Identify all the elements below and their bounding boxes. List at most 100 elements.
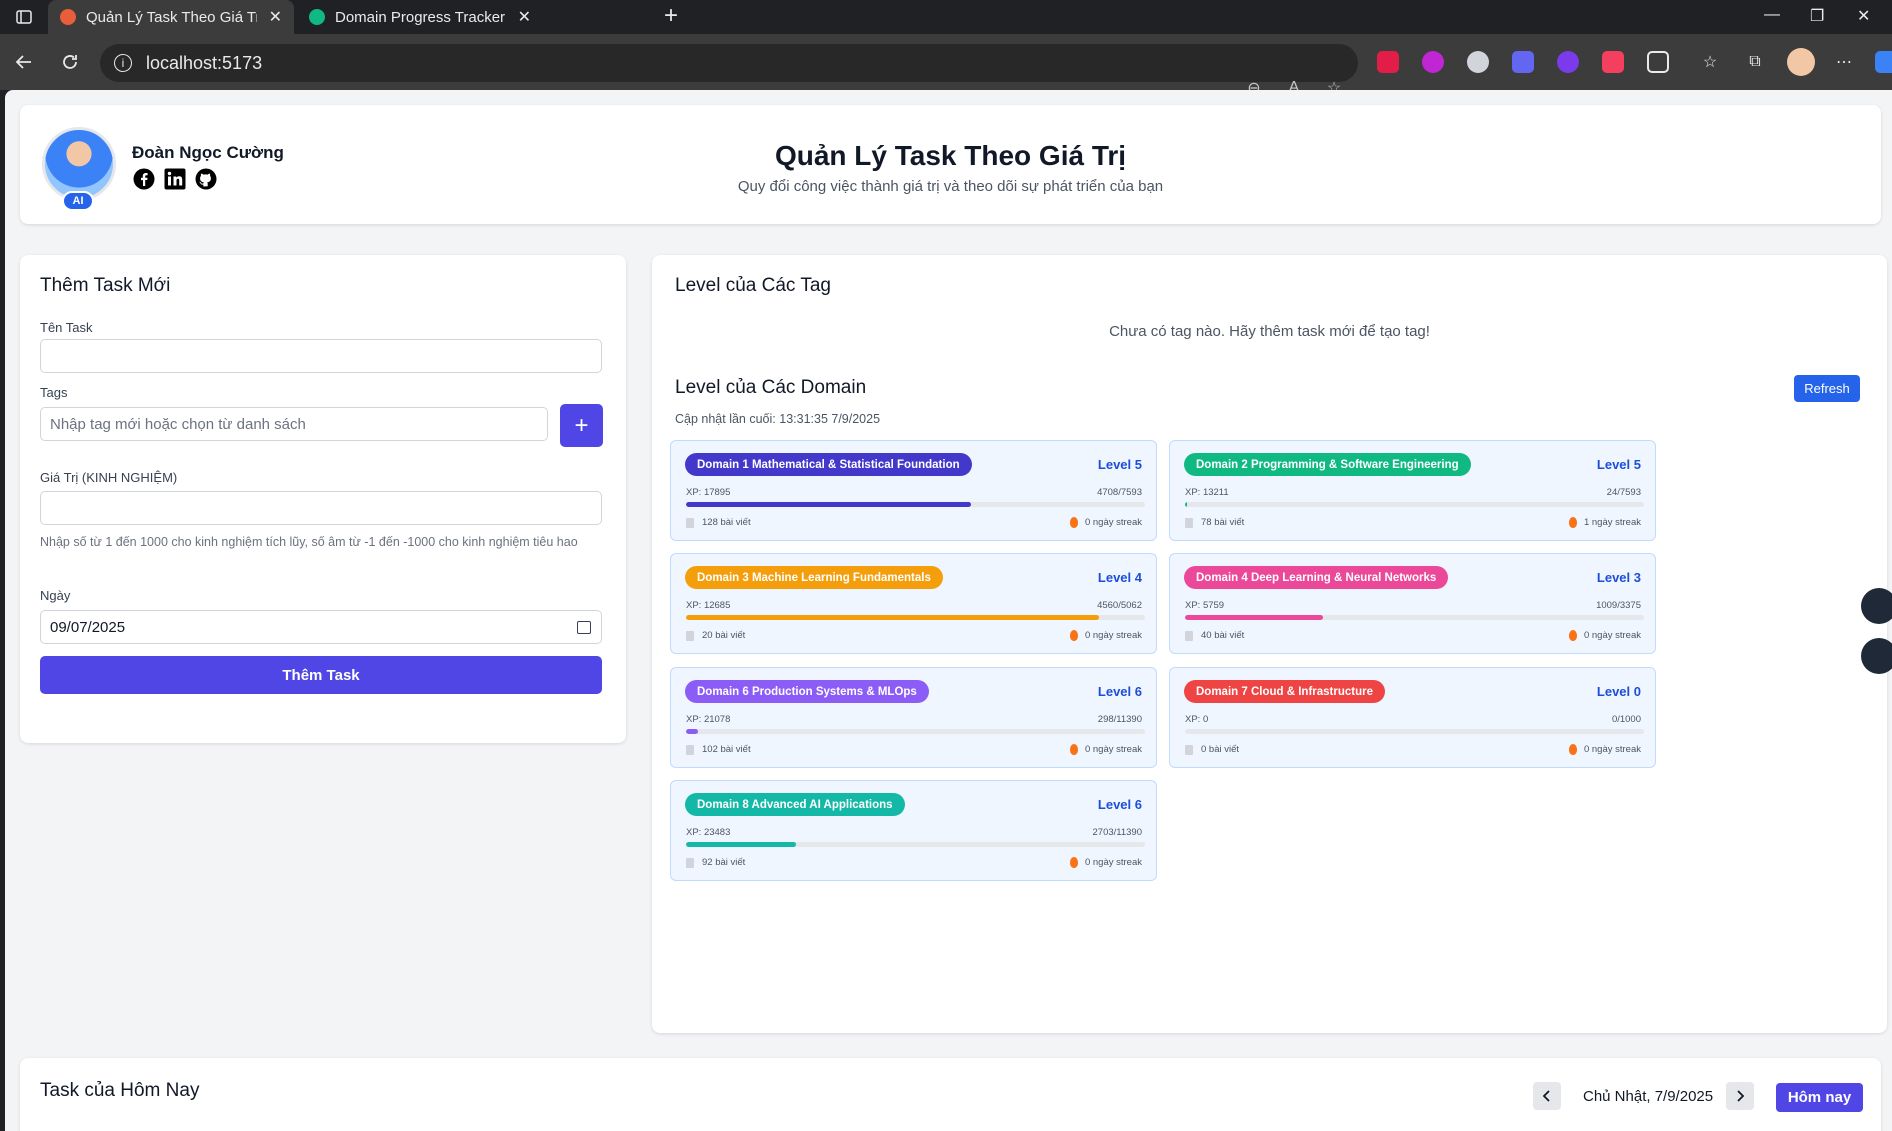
domain-posts-text: 92 bài viết <box>702 857 746 868</box>
floating-widget-icon[interactable] <box>1861 588 1892 624</box>
tag-levels-title: Level của Các Tag <box>675 275 831 296</box>
domain-level: Level 5 <box>1596 457 1641 472</box>
extension-icon[interactable] <box>1512 51 1534 73</box>
domain-level: Level 4 <box>1097 570 1142 585</box>
tab-close-icon[interactable]: ✕ <box>269 7 282 27</box>
domain-progress-fill <box>1185 502 1188 507</box>
today-button[interactable]: Hôm nay <box>1776 1083 1863 1112</box>
levels-panel: Level của Các Tag Chưa có tag nào. Hãy t… <box>652 255 1887 1033</box>
site-info-icon[interactable]: i <box>114 54 132 72</box>
domain-xp: XP: 21078 <box>686 714 731 725</box>
value-label: Giá Trị (KINH NGHIỆM) <box>40 470 178 485</box>
domain-streak: 0 ngày streak <box>1069 857 1142 868</box>
document-icon <box>1185 744 1193 755</box>
reload-icon[interactable] <box>56 48 84 76</box>
domain-name-badge: Domain 7 Cloud & Infrastructure <box>1184 680 1385 703</box>
extension-icon[interactable] <box>1467 51 1489 73</box>
extension-icon[interactable] <box>1377 51 1399 73</box>
domain-posts: 40 bài viết <box>1185 630 1244 641</box>
domain-streak-text: 0 ngày streak <box>1084 857 1142 868</box>
domain-xp: XP: 17895 <box>686 487 731 498</box>
domain-card: Domain 8 Advanced AI Applications Level 6… <box>670 780 1157 881</box>
browser-tab-1[interactable]: Quản Lý Task Theo Giá Trị ✕ <box>48 0 294 34</box>
copilot-icon[interactable] <box>1875 51 1892 73</box>
domain-posts-text: 78 bài viết <box>1201 517 1245 528</box>
extension-icon[interactable] <box>1422 51 1444 73</box>
domain-progress-fill <box>686 729 698 734</box>
domain-progress-fill <box>686 502 971 507</box>
fire-icon <box>1069 517 1078 528</box>
domain-posts: 78 bài viết <box>1185 517 1244 528</box>
tab-close-icon[interactable]: ✕ <box>518 7 531 27</box>
domain-progress-bar <box>686 842 1145 847</box>
fire-icon <box>1568 630 1577 641</box>
prev-day-button[interactable] <box>1533 1082 1561 1110</box>
close-window-icon[interactable]: ✕ <box>1857 6 1870 26</box>
refresh-button[interactable]: Refresh <box>1794 375 1860 402</box>
domain-card: Domain 3 Machine Learning Fundamentals Le… <box>670 553 1157 654</box>
add-task-button[interactable]: Thêm Task <box>40 656 602 694</box>
address-bar[interactable]: i localhost:5173 <box>100 44 1358 82</box>
domain-progress-text: 4708/7593 <box>1097 487 1142 498</box>
tab-favicon-icon <box>60 9 76 25</box>
domain-progress-bar <box>686 729 1145 734</box>
document-icon <box>1185 517 1193 528</box>
tab-actions-icon[interactable] <box>12 5 36 29</box>
profile-avatar[interactable] <box>1787 48 1815 76</box>
task-name-input[interactable] <box>40 339 602 373</box>
add-tag-button[interactable]: + <box>560 404 603 447</box>
tags-input[interactable]: Nhập tag mới hoặc chọn từ danh sách <box>40 407 548 441</box>
domain-streak-text: 0 ngày streak <box>1084 517 1142 528</box>
domain-progress-bar <box>1185 502 1644 507</box>
swagger-favicon-icon <box>309 9 325 25</box>
domain-streak: 0 ngày streak <box>1568 744 1641 755</box>
fire-icon <box>1568 517 1577 528</box>
domain-streak: 0 ngày streak <box>1069 744 1142 755</box>
tags-empty-message: Chưa có tag nào. Hãy thêm task mới để tạ… <box>1109 323 1430 340</box>
value-input[interactable] <box>40 491 602 525</box>
domain-streak: 0 ngày streak <box>1069 517 1142 528</box>
tab-title: Quản Lý Task Theo Giá Trị <box>86 8 257 26</box>
domain-posts: 128 bài viết <box>686 517 751 528</box>
domain-progress-fill <box>686 842 797 847</box>
page-viewport: AI Đoàn Ngọc Cường Quản Lý Task Theo Giá… <box>5 90 1892 1131</box>
browser-tabbar: Quản Lý Task Theo Giá Trị ✕ Domain Progr… <box>0 0 1892 34</box>
domain-progress-bar <box>1185 615 1644 620</box>
domain-name-badge: Domain 4 Deep Learning & Neural Networks <box>1184 566 1449 589</box>
extension-icon[interactable] <box>1602 51 1624 73</box>
domain-streak: 0 ngày streak <box>1568 630 1641 641</box>
document-icon <box>1185 630 1193 641</box>
domain-progress-text: 1009/3375 <box>1596 600 1641 611</box>
domain-streak-text: 0 ngày streak <box>1084 744 1142 755</box>
date-input[interactable]: 09/07/2025 <box>40 610 602 644</box>
document-icon <box>686 857 694 868</box>
domain-name-badge: Domain 2 Programming & Software Engineer… <box>1184 453 1471 476</box>
calendar-icon[interactable] <box>577 621 591 634</box>
domain-progress-text: 2703/11390 <box>1092 827 1143 838</box>
current-date-text: Chủ Nhật, 7/9/2025 <box>1583 1088 1714 1105</box>
floating-assistant-icon[interactable] <box>1861 638 1892 674</box>
url-text: localhost:5173 <box>146 52 263 73</box>
domain-progress-bar <box>686 502 1145 507</box>
domain-xp: XP: 12685 <box>686 600 731 611</box>
domain-card: Domain 6 Production Systems & MLOps Level… <box>670 667 1157 768</box>
chevron-right-icon <box>1737 1090 1745 1102</box>
domain-xp: XP: 23483 <box>686 827 731 838</box>
collections-icon[interactable]: ⧉ <box>1744 51 1766 73</box>
form-title: Thêm Task Mới <box>40 275 171 296</box>
minimize-icon[interactable]: — <box>1764 6 1780 24</box>
browser-tab-2[interactable]: Domain Progress Tracker API - Sw ✕ <box>297 0 543 34</box>
domain-card: Domain 4 Deep Learning & Neural Networks… <box>1169 553 1656 654</box>
new-tab-icon[interactable]: + <box>664 4 678 28</box>
domain-streak-text: 0 ngày streak <box>1084 630 1142 641</box>
domain-xp: XP: 13211 <box>1185 487 1229 498</box>
next-day-button[interactable] <box>1726 1082 1754 1110</box>
extensions-puzzle-icon[interactable] <box>1647 51 1669 73</box>
favorites-icon[interactable]: ☆ <box>1699 51 1721 73</box>
extension-icon[interactable] <box>1557 51 1579 73</box>
domain-streak-text: 0 ngày streak <box>1583 744 1641 755</box>
domain-level: Level 3 <box>1596 570 1641 585</box>
back-icon[interactable] <box>10 48 38 76</box>
restore-icon[interactable]: ❐ <box>1810 6 1824 26</box>
more-menu-icon[interactable]: ⋯ <box>1833 51 1855 73</box>
